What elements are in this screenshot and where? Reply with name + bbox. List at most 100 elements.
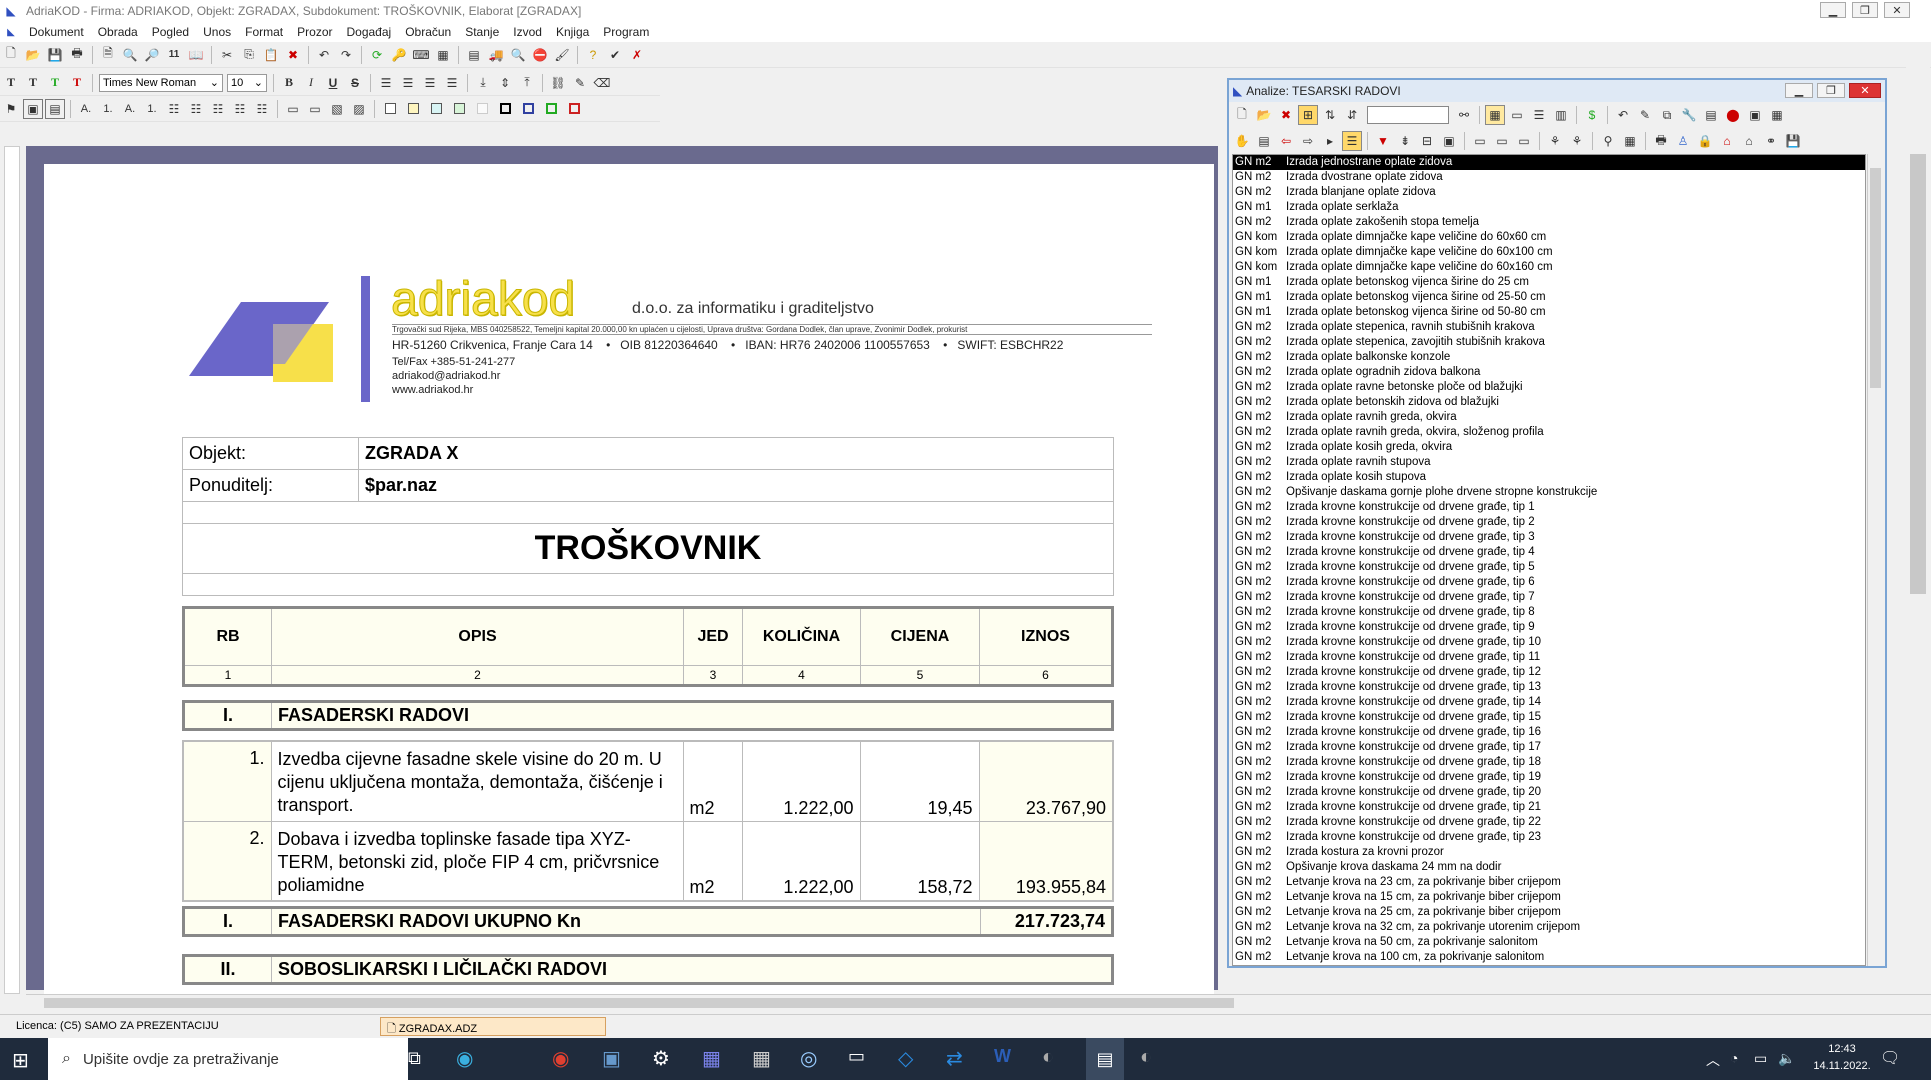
color-yellow-swatch[interactable]: [408, 103, 419, 114]
list-item[interactable]: GN m2 Izrada oplate ravnih greda, okvira,…: [1233, 425, 1865, 440]
menu-obrada[interactable]: Obrada: [91, 25, 145, 39]
terminal-icon[interactable]: ▭: [848, 1046, 865, 1067]
underline-icon[interactable]: U: [323, 73, 343, 93]
vscode-icon[interactable]: ◇: [898, 1046, 913, 1071]
list-item[interactable]: GN m2 Izrada krovne konstrukcije od drven…: [1233, 815, 1865, 830]
home-icon[interactable]: ⌂: [1717, 131, 1737, 151]
table-row[interactable]: 2. Dobava i izvedba toplinske fasade tip…: [182, 820, 1114, 902]
list-item[interactable]: GN m2 Izrada oplate ogradnih zidova balko…: [1233, 365, 1865, 380]
menu-knjiga[interactable]: Knjiga: [549, 25, 596, 39]
sort-desc-icon[interactable]: ⇵: [1342, 105, 1362, 125]
clock-time[interactable]: 12:43: [1812, 1043, 1872, 1055]
color-green-swatch[interactable]: [454, 103, 465, 114]
level-icon[interactable]: ⇟: [1395, 131, 1415, 151]
font-size-icon[interactable]: 11: [164, 45, 184, 65]
list-item[interactable]: GN m2 Izrada oplate ravnih stupova: [1233, 455, 1865, 470]
list-item[interactable]: GN m2 Letvanje krova na 23 cm, za pokriva…: [1233, 875, 1865, 890]
new-icon[interactable]: 🗋: [1232, 105, 1252, 125]
print-icon[interactable]: 🖶: [67, 45, 87, 65]
page-icon[interactable]: ▭: [283, 99, 303, 119]
align-center-icon[interactable]: ☰: [398, 73, 418, 93]
list-item[interactable]: GN m2 Izrada jednostrane oplate zidova: [1233, 155, 1865, 170]
menu-stanje[interactable]: Stanje: [458, 25, 506, 39]
analiza-list[interactable]: GN m2 Izrada jednostrane oplate zidova GN …: [1232, 154, 1866, 966]
size-select[interactable]: 10 ⌄: [227, 73, 267, 92]
house2-icon[interactable]: ⌂: [1739, 131, 1759, 151]
main-vertical-scrollbar[interactable]: [1906, 44, 1930, 994]
cut-icon[interactable]: ✂: [217, 45, 237, 65]
find-icon[interactable]: 🔑: [389, 45, 409, 65]
list-item[interactable]: GN m2 Izrada krovne konstrukcije od drven…: [1233, 695, 1865, 710]
numbering-1-icon[interactable]: 1.: [98, 99, 118, 119]
align-right-icon[interactable]: ☰: [420, 73, 440, 93]
filter-icon[interactable]: ⊞: [1298, 105, 1318, 125]
list-item[interactable]: GN m2 Izrada krovne konstrukcije od drven…: [1233, 830, 1865, 845]
handshake-icon[interactable]: ⚭: [1761, 131, 1781, 151]
person-icon[interactable]: ♙: [1673, 131, 1693, 151]
page2-icon[interactable]: ▭: [305, 99, 325, 119]
undo-icon[interactable]: ↶: [314, 45, 334, 65]
justify-icon[interactable]: ☰: [442, 73, 462, 93]
brush-icon[interactable]: 🖌: [552, 45, 572, 65]
tree2-icon[interactable]: ⚘: [1567, 131, 1587, 151]
open-level-icon[interactable]: ⊟: [1417, 131, 1437, 151]
truck-icon[interactable]: 🚚: [486, 45, 506, 65]
window-icon[interactable]: ▭: [1507, 105, 1527, 125]
print-icon[interactable]: 🖶: [1651, 131, 1671, 151]
sort-asc-icon[interactable]: ⇅: [1320, 105, 1340, 125]
notifications-icon[interactable]: 🗨: [1880, 1048, 1900, 1068]
save-icon[interactable]: 💾: [1783, 131, 1803, 151]
binoculars-icon[interactable]: ⚯: [1454, 105, 1474, 125]
list-item[interactable]: GN m2 Izrada oplate stepenica, zavojitih …: [1233, 335, 1865, 350]
list-select-icon[interactable]: ☰: [1342, 131, 1362, 151]
bold-icon[interactable]: B: [279, 73, 299, 93]
chart-icon[interactable]: ▥: [1551, 105, 1571, 125]
horizontal-scrollbar[interactable]: [26, 994, 1931, 1010]
lock-icon[interactable]: 🔒: [1695, 131, 1715, 151]
keyboard-icon[interactable]: ⌨: [411, 45, 431, 65]
list-item[interactable]: GN m1 Izrada oplate betonskog vijenca šir…: [1233, 305, 1865, 320]
text-style-4-button[interactable]: T: [67, 73, 87, 93]
pen-icon[interactable]: ✎: [570, 73, 590, 93]
list-item[interactable]: GN m2 Izrada oplate balkonske konzole: [1233, 350, 1865, 365]
list-item[interactable]: GN m2 Izrada kostura za krovni prozor: [1233, 845, 1865, 860]
list-item[interactable]: GN m2 Izrada krovne konstrukcije od drven…: [1233, 785, 1865, 800]
analiza-restore-button[interactable]: ❐: [1817, 83, 1845, 98]
table-icon[interactable]: ▤: [1701, 105, 1721, 125]
word-icon[interactable]: W: [994, 1046, 1011, 1067]
calc2-icon[interactable]: ▦: [1620, 131, 1640, 151]
down-icon[interactable]: ▼: [1373, 131, 1393, 151]
windows-start-icon[interactable]: ⊞: [12, 1048, 29, 1073]
menu-izvod[interactable]: Izvod: [506, 25, 549, 39]
italic-icon[interactable]: I: [301, 73, 321, 93]
stop-icon[interactable]: ⬤: [1723, 105, 1743, 125]
color-cyan-swatch[interactable]: [431, 103, 442, 114]
list-item[interactable]: GN kom Izrada oplate dimnjačke kape velič…: [1233, 245, 1865, 260]
list-item[interactable]: GN m2 Letvanje krova na 100 cm, za pokriv…: [1233, 950, 1865, 965]
list-item[interactable]: GN m2 Izrada krovne konstrukcije od drven…: [1233, 605, 1865, 620]
stamp-icon[interactable]: ⛔: [530, 45, 550, 65]
list-item[interactable]: GN m2 Izrada krovne konstrukcije od drven…: [1233, 665, 1865, 680]
globe-icon[interactable]: ◎: [800, 1046, 817, 1071]
menu-pogled[interactable]: Pogled: [145, 25, 196, 39]
eraser-icon[interactable]: ⌫: [592, 73, 612, 93]
tools-icon[interactable]: ✗: [627, 45, 647, 65]
menu-format[interactable]: Format: [238, 25, 290, 39]
wrench-icon[interactable]: 🔧: [1679, 105, 1699, 125]
border-black-swatch[interactable]: [500, 103, 511, 114]
preview-icon[interactable]: 🗎: [98, 45, 118, 65]
list-item[interactable]: GN m2 Izrada oplate ravnih greda, okvira: [1233, 410, 1865, 425]
numbering-1b-icon[interactable]: 1.: [142, 99, 162, 119]
page3-icon[interactable]: ▭: [1514, 131, 1534, 151]
restore-button[interactable]: ❐: [1852, 2, 1878, 18]
analiza-titlebar[interactable]: ◣ Analize: TESARSKI RADOVI ▁ ❐ ✕: [1229, 80, 1885, 102]
list-item[interactable]: GN m2 Letvanje krova na 32 cm, za pokriva…: [1233, 920, 1865, 935]
chrome-icon[interactable]: ◉: [552, 1046, 569, 1071]
doc-edit-icon[interactable]: ✎: [1635, 105, 1655, 125]
list-item[interactable]: GN m2 Izrada oplate betonskih zidova od b…: [1233, 395, 1865, 410]
step-icon[interactable]: ▸: [1320, 131, 1340, 151]
check-icon[interactable]: ✔: [605, 45, 625, 65]
analiza-minimize-button[interactable]: ▁: [1785, 83, 1813, 98]
list-item[interactable]: GN m2 Izrada krovne konstrukcije od drven…: [1233, 650, 1865, 665]
arrow-right-icon[interactable]: ⇨: [1298, 131, 1318, 151]
